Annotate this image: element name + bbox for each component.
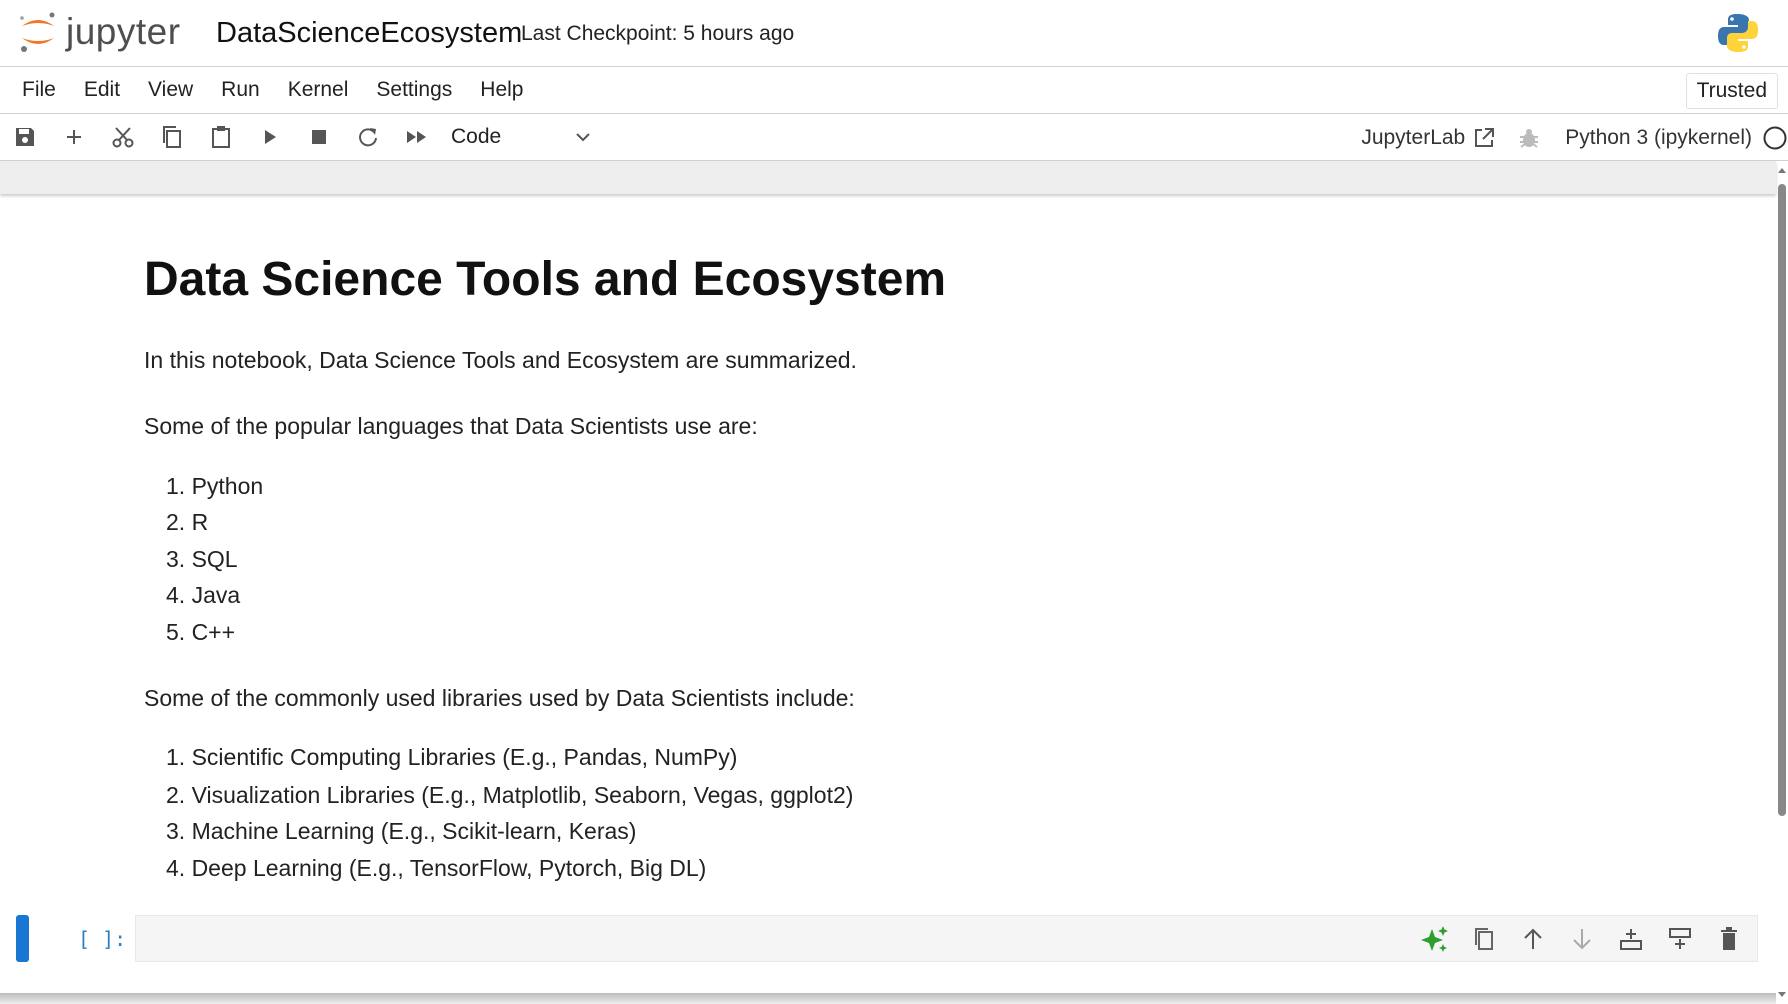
restart-run-all-icon[interactable] [392, 114, 441, 161]
ai-sparkle-icon[interactable] [1419, 924, 1451, 954]
menu-help[interactable]: Help [480, 78, 523, 102]
jupyter-logo[interactable]: jupyter [18, 10, 181, 54]
jupyterlab-label: JupyterLab [1361, 125, 1466, 149]
code-editor[interactable] [135, 915, 1758, 962]
trusted-indicator[interactable]: Trusted [1685, 73, 1778, 109]
libraries-intro: Some of the commonly used libraries used… [144, 685, 855, 711]
paste-icon[interactable] [196, 114, 245, 161]
chevron-down-icon [576, 133, 590, 142]
stop-icon[interactable] [294, 114, 343, 161]
intro-text: In this notebook, Data Science Tools and… [144, 347, 857, 373]
python-logo-icon [1718, 14, 1758, 52]
list-item: 1. Python [166, 473, 264, 499]
move-up-icon[interactable] [1517, 924, 1549, 954]
notebook-heading: Data Science Tools and Ecosystem [144, 253, 947, 306]
jupyter-wordmark: jupyter [66, 11, 181, 52]
list-item: 4. Java [166, 582, 241, 608]
list-item: 3. SQL [166, 546, 238, 572]
notebook-toolbar: Code JupyterLab Python 3 (ipykernel) [0, 114, 1788, 161]
duplicate-cell-icon[interactable] [1468, 924, 1500, 954]
kernel-name[interactable]: Python 3 (ipykernel) [1565, 126, 1752, 150]
cut-icon[interactable] [98, 114, 147, 161]
open-jupyterlab-button[interactable]: JupyterLab [1361, 126, 1495, 150]
vertical-scrollbar[interactable] [1776, 161, 1788, 1004]
jupyter-logo-icon [20, 12, 55, 52]
move-down-icon[interactable] [1566, 924, 1598, 954]
scroll-down-arrow-icon[interactable] [1776, 990, 1788, 1000]
list-item: 1. Scientific Computing Libraries (E.g.,… [166, 744, 738, 770]
delete-cell-icon[interactable] [1713, 924, 1745, 954]
menu-settings[interactable]: Settings [376, 78, 452, 102]
last-checkpoint: Last Checkpoint: 5 hours ago [521, 22, 795, 45]
copy-icon[interactable] [147, 114, 196, 161]
cell-type-value: Code [451, 125, 502, 148]
active-cell-indicator [16, 915, 29, 962]
notebook-top-gutter [0, 161, 1776, 194]
list-item: 3. Machine Learning (E.g., Scikit-learn,… [166, 818, 637, 844]
scroll-up-arrow-icon[interactable] [1776, 165, 1788, 175]
insert-above-icon[interactable] [1615, 924, 1647, 954]
menu-view[interactable]: View [148, 78, 193, 102]
scrollbar-thumb[interactable] [1778, 184, 1786, 816]
run-icon[interactable] [245, 114, 294, 161]
cell-toolbar [1419, 924, 1745, 954]
notebook-bottom-edge [0, 993, 1776, 1004]
execution-prompt: [ ]: [78, 927, 127, 951]
notebook-title[interactable]: DataScienceEcosystem [216, 17, 522, 50]
debugger-bug-icon[interactable] [1519, 127, 1539, 149]
top-header: jupyter DataScienceEcosystem Last Checkp… [0, 0, 1788, 67]
save-icon[interactable] [0, 114, 49, 161]
menu-run[interactable]: Run [221, 78, 260, 102]
restart-icon[interactable] [343, 114, 392, 161]
add-cell-icon[interactable] [49, 114, 98, 161]
list-item: 5. C++ [166, 619, 236, 645]
insert-below-icon[interactable] [1664, 924, 1696, 954]
list-item: 4. Deep Learning (E.g., TensorFlow, Pyto… [166, 855, 707, 881]
languages-intro: Some of the popular languages that Data … [144, 413, 758, 439]
kernel-status-idle-icon [1763, 126, 1787, 149]
menu-bar: File Edit View Run Kernel Settings Help … [0, 67, 1788, 114]
code-cell[interactable]: [ ]: [16, 915, 1758, 962]
list-item: 2. R [166, 509, 209, 535]
cell-type-select[interactable]: Code [451, 125, 591, 149]
menu-edit[interactable]: Edit [84, 78, 120, 102]
menu-kernel[interactable]: Kernel [288, 78, 349, 102]
list-item: 2. Visualization Libraries (E.g., Matplo… [166, 782, 854, 808]
menu-file[interactable]: File [22, 78, 56, 102]
external-link-icon [1475, 127, 1495, 147]
